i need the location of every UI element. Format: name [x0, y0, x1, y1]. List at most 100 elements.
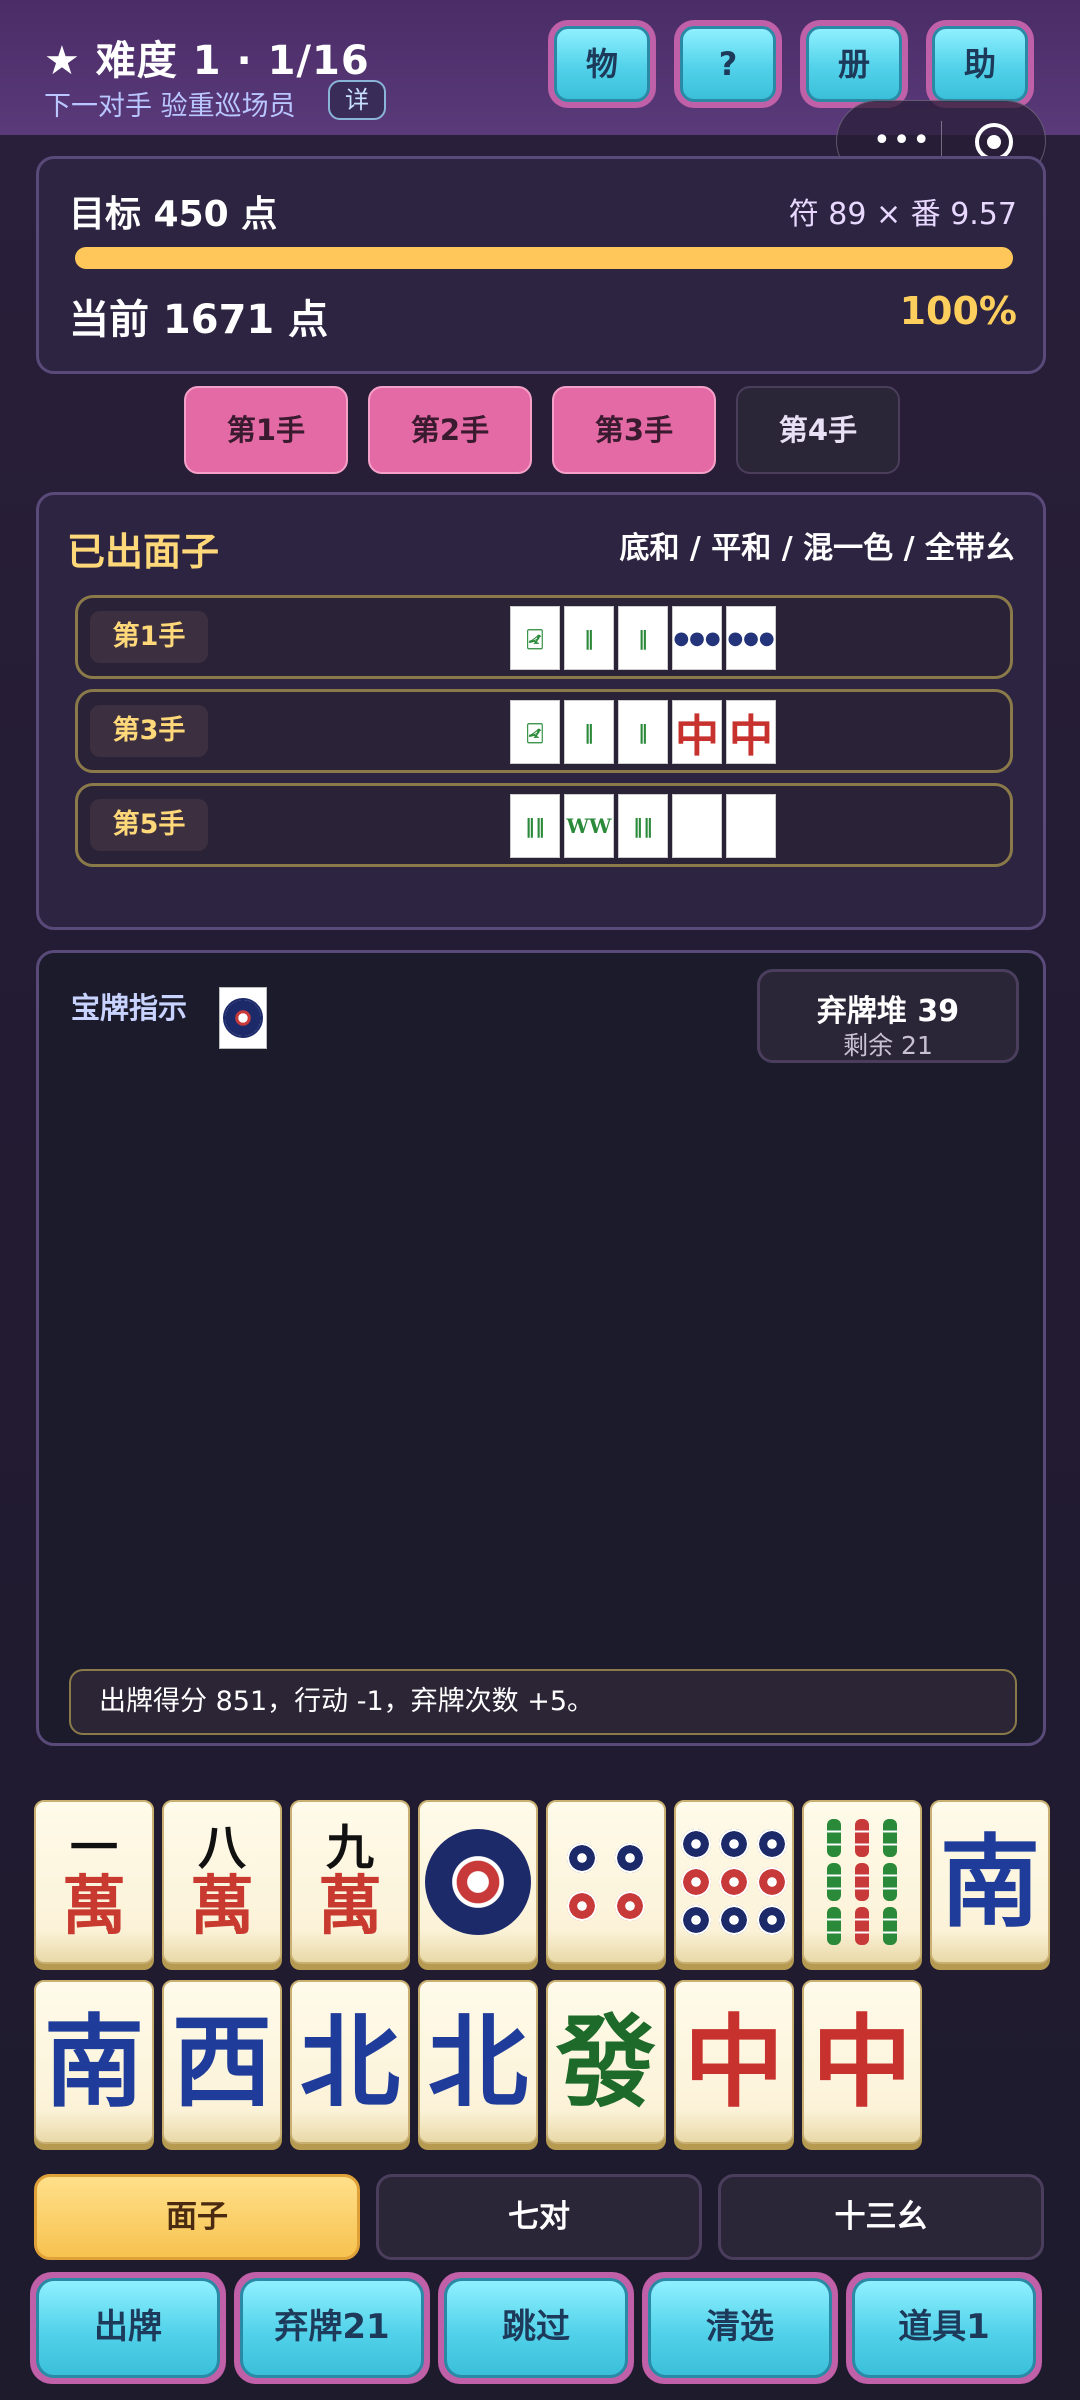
bamboo-6-tile: ‖‖: [510, 794, 560, 858]
meld-tiles: ‖‖ WW ‖‖: [510, 794, 776, 858]
difficulty-title: ★ 难度 1 · 1/16: [44, 38, 370, 84]
action-log: 出牌得分 851，行动 -1，弃牌次数 +5。: [69, 1669, 1017, 1735]
circle-9-icon: [681, 1829, 787, 1935]
circle-9-tile: ●●●: [726, 606, 776, 670]
mode-melds-button[interactable]: 面子: [34, 2174, 360, 2260]
skip-button[interactable]: 跳过: [438, 2272, 634, 2384]
items-button-label: 物: [554, 26, 650, 102]
clear-selection-button[interactable]: 清选: [642, 2272, 838, 2384]
circle-9-tile[interactable]: [674, 1800, 794, 1964]
bamboo-1-tile: 🀐: [510, 606, 560, 670]
handbook-button[interactable]: 册: [800, 20, 908, 108]
skip-label: 跳过: [444, 2278, 628, 2378]
detail-button[interactable]: 详: [328, 80, 386, 120]
north-wind-tile[interactable]: 北: [290, 1980, 410, 2144]
discard-button[interactable]: 弃牌21: [234, 2272, 430, 2384]
assist-button-label: 助: [932, 26, 1028, 102]
meld-row: 第1手 🀐 ‖ ‖ ●●● ●●●: [75, 595, 1013, 679]
tile-honor: 南: [44, 2003, 144, 2121]
man-1-tile[interactable]: 一萬: [34, 1800, 154, 1964]
items-use-button[interactable]: 道具1: [846, 2272, 1042, 2384]
tile-honor: 南: [940, 1823, 1040, 1941]
tab-hand-4[interactable]: 第4手: [736, 386, 900, 474]
played-melds-title: 已出面子: [67, 530, 220, 574]
discard-area: 宝牌指示 弃牌堆 39 剩余 21 出牌得分 851，行动 -1，弃牌次数 +5…: [36, 950, 1046, 1746]
man-9-tile[interactable]: 九萬: [290, 1800, 410, 1964]
help-question-button-label: ?: [680, 26, 776, 102]
bamboo-2-tile: ‖: [564, 606, 614, 670]
mode-seven-pairs-button[interactable]: 七对: [376, 2174, 702, 2260]
circle-1-tile[interactable]: [418, 1800, 538, 1964]
score-panel: 目标 450 点 符 89 × 番 9.57 当前 1671 点 100%: [36, 156, 1046, 374]
west-wind-tile[interactable]: 西: [162, 1980, 282, 2144]
tile-suit: 萬: [190, 1869, 254, 1944]
red-dragon-tile: 中: [726, 700, 776, 764]
score-progress-fill: [75, 247, 1013, 269]
items-button[interactable]: 物: [548, 20, 656, 108]
more-options-icon[interactable]: •••: [873, 123, 932, 158]
meld-hand-label: 第1手: [90, 611, 208, 663]
clear-selection-label: 清选: [648, 2278, 832, 2378]
tab-hand-3[interactable]: 第3手: [552, 386, 716, 474]
meld-tiles: 🀐 ‖ ‖ ●●● ●●●: [510, 606, 776, 670]
yaku-list: 底和 / 平和 / 混一色 / 全带幺: [619, 531, 1015, 566]
goal-score: 目标 450 点: [69, 194, 278, 235]
circle-4-tile[interactable]: [546, 1800, 666, 1964]
bamboo-1-tile: 🀐: [510, 700, 560, 764]
white-dragon-tile: [672, 794, 722, 858]
discard-pile-count: 弃牌堆 39: [816, 994, 960, 1029]
discard-label: 弃牌21: [240, 2278, 424, 2378]
bamboo-2-tile: ‖: [618, 606, 668, 670]
meld-tiles: 🀐 ‖ ‖ 中 中: [510, 700, 776, 764]
score-percent: 100%: [899, 289, 1017, 333]
circle-1-icon: [223, 998, 263, 1038]
next-opponent-label: 下一对手 验重巡场员: [44, 91, 296, 122]
discard-pile-box: 弃牌堆 39 剩余 21: [757, 969, 1019, 1063]
bamboo-2-tile: ‖: [564, 700, 614, 764]
circle-1-icon: [425, 1829, 531, 1935]
assist-button[interactable]: 助: [926, 20, 1034, 108]
tile-number: 九: [325, 1820, 374, 1876]
tile-honor: 中: [684, 2003, 784, 2121]
bamboo-7-tile: ‖‖: [618, 794, 668, 858]
tile-honor: 西: [172, 2003, 272, 2121]
mode-thirteen-orphans-button[interactable]: 十三幺: [718, 2174, 1044, 2260]
dora-indicator-tile: [219, 987, 267, 1049]
handbook-button-label: 册: [806, 26, 902, 102]
north-wind-tile[interactable]: 北: [418, 1980, 538, 2144]
meld-row: 第3手 🀐 ‖ ‖ 中 中: [75, 689, 1013, 773]
tile-honor: 北: [428, 2003, 528, 2121]
circle-9-tile: ●●●: [672, 606, 722, 670]
meld-hand-label: 第3手: [90, 705, 208, 757]
white-dragon-tile: [726, 794, 776, 858]
south-wind-tile[interactable]: 南: [34, 1980, 154, 2144]
current-score: 当前 1671 点: [69, 297, 329, 343]
tile-honor: 發: [556, 2003, 656, 2121]
score-progress-bar: [75, 247, 1013, 269]
bamboo-2-tile: ‖: [618, 700, 668, 764]
dora-indicator-label: 宝牌指示: [71, 991, 188, 1025]
tile-suit: 萬: [62, 1869, 126, 1944]
circle-4-icon: [567, 1843, 645, 1921]
items-use-label: 道具1: [852, 2278, 1036, 2378]
meld-row: 第5手 ‖‖ WW ‖‖: [75, 783, 1013, 867]
bamboo-9-icon: [827, 1819, 897, 1945]
tile-number: 一: [69, 1820, 118, 1876]
played-melds-panel: 已出面子 底和 / 平和 / 混一色 / 全带幺 第1手 🀐 ‖ ‖ ●●● ●…: [36, 492, 1046, 930]
tab-hand-1[interactable]: 第1手: [184, 386, 348, 474]
tile-suit: 萬: [318, 1869, 382, 1944]
red-dragon-tile[interactable]: 中: [802, 1980, 922, 2144]
tile-honor: 北: [300, 2003, 400, 2121]
green-dragon-tile[interactable]: 發: [546, 1980, 666, 2144]
south-wind-tile[interactable]: 南: [930, 1800, 1050, 1964]
remaining-count: 剩余 21: [843, 1031, 933, 1060]
red-dragon-tile[interactable]: 中: [674, 1980, 794, 2144]
meld-hand-label: 第5手: [90, 799, 208, 851]
tile-honor: 中: [812, 2003, 912, 2121]
tab-hand-2[interactable]: 第2手: [368, 386, 532, 474]
help-question-button[interactable]: ?: [674, 20, 782, 108]
play-tiles-button[interactable]: 出牌: [30, 2272, 226, 2384]
man-8-tile[interactable]: 八萬: [162, 1800, 282, 1964]
bamboo-9-tile[interactable]: [802, 1800, 922, 1964]
red-dragon-tile: 中: [672, 700, 722, 764]
